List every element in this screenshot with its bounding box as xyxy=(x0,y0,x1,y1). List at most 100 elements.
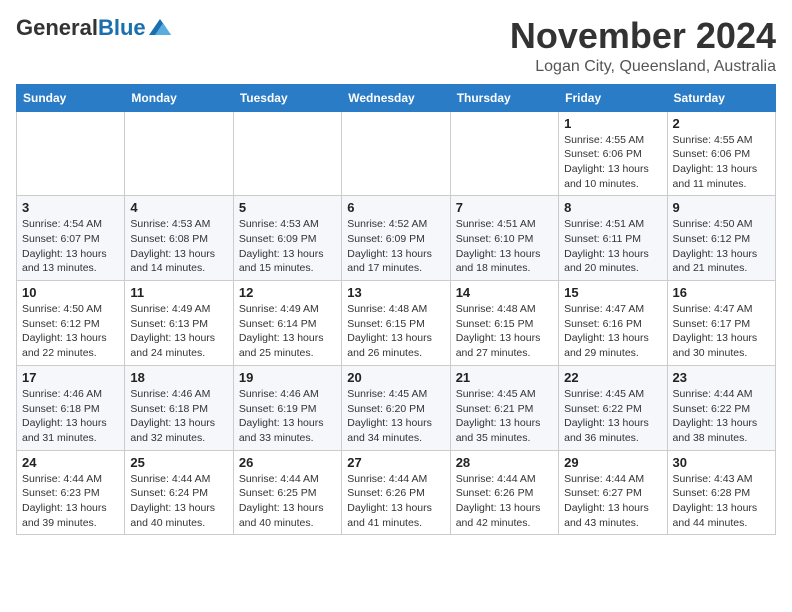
weekday-header-wednesday: Wednesday xyxy=(342,84,450,111)
day-info: Sunrise: 4:50 AM Sunset: 6:12 PM Dayligh… xyxy=(22,302,119,361)
day-info: Sunrise: 4:51 AM Sunset: 6:11 PM Dayligh… xyxy=(564,217,661,276)
weekday-header-tuesday: Tuesday xyxy=(233,84,341,111)
day-info: Sunrise: 4:53 AM Sunset: 6:08 PM Dayligh… xyxy=(130,217,227,276)
calendar-cell: 25 Sunrise: 4:44 AM Sunset: 6:24 PM Dayli… xyxy=(125,450,233,535)
calendar-cell xyxy=(450,111,558,196)
day-number: 13 xyxy=(347,285,444,300)
logo: GeneralBlue xyxy=(16,16,171,40)
day-number: 28 xyxy=(456,455,553,470)
calendar-cell: 30Sunrise: 4:43 AM Sunset: 6:28 PM Dayli… xyxy=(667,450,775,535)
day-info: Sunrise: 4:49 AM Sunset: 6:14 PM Dayligh… xyxy=(239,302,336,361)
day-info: Sunrise: 4:44 AM Sunset: 6:26 PM Dayligh… xyxy=(347,472,444,531)
calendar-cell: 28 Sunrise: 4:44 AM Sunset: 6:26 PM Dayli… xyxy=(450,450,558,535)
day-number: 15 xyxy=(564,285,661,300)
calendar-cell: 11 Sunrise: 4:49 AM Sunset: 6:13 PM Dayli… xyxy=(125,281,233,366)
day-number: 22 xyxy=(564,370,661,385)
calendar-cell: 24 Sunrise: 4:44 AM Sunset: 6:23 PM Dayli… xyxy=(17,450,125,535)
weekday-header-thursday: Thursday xyxy=(450,84,558,111)
day-number: 9 xyxy=(673,200,770,215)
day-number: 10 xyxy=(22,285,119,300)
day-info: Sunrise: 4:48 AM Sunset: 6:15 PM Dayligh… xyxy=(456,302,553,361)
calendar-week-row: 3Sunrise: 4:54 AM Sunset: 6:07 PM Daylig… xyxy=(17,196,776,281)
title-area: November 2024 Logan City, Queensland, Au… xyxy=(510,16,776,76)
weekday-header-saturday: Saturday xyxy=(667,84,775,111)
day-info: Sunrise: 4:44 AM Sunset: 6:23 PM Dayligh… xyxy=(22,472,119,531)
calendar-cell: 6Sunrise: 4:52 AM Sunset: 6:09 PM Daylig… xyxy=(342,196,450,281)
calendar-cell: 8 Sunrise: 4:51 AM Sunset: 6:11 PM Daylig… xyxy=(559,196,667,281)
day-number: 7 xyxy=(456,200,553,215)
day-info: Sunrise: 4:53 AM Sunset: 6:09 PM Dayligh… xyxy=(239,217,336,276)
day-info: Sunrise: 4:44 AM Sunset: 6:26 PM Dayligh… xyxy=(456,472,553,531)
day-number: 25 xyxy=(130,455,227,470)
day-info: Sunrise: 4:48 AM Sunset: 6:15 PM Dayligh… xyxy=(347,302,444,361)
calendar-week-row: 10 Sunrise: 4:50 AM Sunset: 6:12 PM Dayli… xyxy=(17,281,776,366)
day-number: 27 xyxy=(347,455,444,470)
day-info: Sunrise: 4:55 AM Sunset: 6:06 PM Dayligh… xyxy=(564,133,661,192)
day-number: 14 xyxy=(456,285,553,300)
calendar-cell: 9 Sunrise: 4:50 AM Sunset: 6:12 PM Daylig… xyxy=(667,196,775,281)
day-info: Sunrise: 4:44 AM Sunset: 6:24 PM Dayligh… xyxy=(130,472,227,531)
day-number: 26 xyxy=(239,455,336,470)
calendar-week-row: 1 Sunrise: 4:55 AM Sunset: 6:06 PM Daylig… xyxy=(17,111,776,196)
day-number: 18 xyxy=(130,370,227,385)
calendar-cell: 22 Sunrise: 4:45 AM Sunset: 6:22 PM Dayli… xyxy=(559,365,667,450)
day-number: 24 xyxy=(22,455,119,470)
day-number: 4 xyxy=(130,200,227,215)
logo-general: General xyxy=(16,15,98,40)
calendar-cell xyxy=(17,111,125,196)
day-info: Sunrise: 4:46 AM Sunset: 6:18 PM Dayligh… xyxy=(22,387,119,446)
calendar-cell xyxy=(342,111,450,196)
calendar-cell: 17 Sunrise: 4:46 AM Sunset: 6:18 PM Dayli… xyxy=(17,365,125,450)
day-info: Sunrise: 4:51 AM Sunset: 6:10 PM Dayligh… xyxy=(456,217,553,276)
day-info: Sunrise: 4:45 AM Sunset: 6:20 PM Dayligh… xyxy=(347,387,444,446)
day-info: Sunrise: 4:55 AM Sunset: 6:06 PM Dayligh… xyxy=(673,133,770,192)
day-info: Sunrise: 4:44 AM Sunset: 6:27 PM Dayligh… xyxy=(564,472,661,531)
day-info: Sunrise: 4:46 AM Sunset: 6:19 PM Dayligh… xyxy=(239,387,336,446)
calendar-cell: 16 Sunrise: 4:47 AM Sunset: 6:17 PM Dayli… xyxy=(667,281,775,366)
calendar-cell: 18 Sunrise: 4:46 AM Sunset: 6:18 PM Dayli… xyxy=(125,365,233,450)
day-number: 17 xyxy=(22,370,119,385)
calendar-header-row: SundayMondayTuesdayWednesdayThursdayFrid… xyxy=(17,84,776,111)
day-number: 12 xyxy=(239,285,336,300)
logo-icon xyxy=(149,19,171,35)
weekday-header-monday: Monday xyxy=(125,84,233,111)
calendar-cell: 13 Sunrise: 4:48 AM Sunset: 6:15 PM Dayli… xyxy=(342,281,450,366)
calendar-cell: 23Sunrise: 4:44 AM Sunset: 6:22 PM Dayli… xyxy=(667,365,775,450)
calendar-cell: 10 Sunrise: 4:50 AM Sunset: 6:12 PM Dayli… xyxy=(17,281,125,366)
day-number: 1 xyxy=(564,116,661,131)
calendar-cell: 26 Sunrise: 4:44 AM Sunset: 6:25 PM Dayli… xyxy=(233,450,341,535)
calendar-cell: 7 Sunrise: 4:51 AM Sunset: 6:10 PM Daylig… xyxy=(450,196,558,281)
day-info: Sunrise: 4:45 AM Sunset: 6:21 PM Dayligh… xyxy=(456,387,553,446)
calendar-cell: 15 Sunrise: 4:47 AM Sunset: 6:16 PM Dayli… xyxy=(559,281,667,366)
day-info: Sunrise: 4:47 AM Sunset: 6:17 PM Dayligh… xyxy=(673,302,770,361)
weekday-header-friday: Friday xyxy=(559,84,667,111)
day-info: Sunrise: 4:47 AM Sunset: 6:16 PM Dayligh… xyxy=(564,302,661,361)
location-title: Logan City, Queensland, Australia xyxy=(510,58,776,76)
day-info: Sunrise: 4:46 AM Sunset: 6:18 PM Dayligh… xyxy=(130,387,227,446)
day-number: 16 xyxy=(673,285,770,300)
weekday-header-sunday: Sunday xyxy=(17,84,125,111)
calendar-cell: 27 Sunrise: 4:44 AM Sunset: 6:26 PM Dayli… xyxy=(342,450,450,535)
day-info: Sunrise: 4:43 AM Sunset: 6:28 PM Dayligh… xyxy=(673,472,770,531)
day-info: Sunrise: 4:49 AM Sunset: 6:13 PM Dayligh… xyxy=(130,302,227,361)
logo-blue: Blue xyxy=(98,15,146,40)
day-number: 21 xyxy=(456,370,553,385)
calendar-cell: 2 Sunrise: 4:55 AM Sunset: 6:06 PM Daylig… xyxy=(667,111,775,196)
day-info: Sunrise: 4:44 AM Sunset: 6:25 PM Dayligh… xyxy=(239,472,336,531)
calendar-cell xyxy=(125,111,233,196)
calendar-cell: 19Sunrise: 4:46 AM Sunset: 6:19 PM Dayli… xyxy=(233,365,341,450)
calendar-week-row: 17 Sunrise: 4:46 AM Sunset: 6:18 PM Dayli… xyxy=(17,365,776,450)
calendar-cell: 3Sunrise: 4:54 AM Sunset: 6:07 PM Daylig… xyxy=(17,196,125,281)
day-number: 11 xyxy=(130,285,227,300)
calendar-cell xyxy=(233,111,341,196)
day-number: 8 xyxy=(564,200,661,215)
day-info: Sunrise: 4:45 AM Sunset: 6:22 PM Dayligh… xyxy=(564,387,661,446)
calendar: SundayMondayTuesdayWednesdayThursdayFrid… xyxy=(16,84,776,536)
day-number: 2 xyxy=(673,116,770,131)
day-number: 29 xyxy=(564,455,661,470)
calendar-cell: 20Sunrise: 4:45 AM Sunset: 6:20 PM Dayli… xyxy=(342,365,450,450)
day-info: Sunrise: 4:50 AM Sunset: 6:12 PM Dayligh… xyxy=(673,217,770,276)
calendar-cell: 4 Sunrise: 4:53 AM Sunset: 6:08 PM Daylig… xyxy=(125,196,233,281)
day-number: 6 xyxy=(347,200,444,215)
day-info: Sunrise: 4:44 AM Sunset: 6:22 PM Dayligh… xyxy=(673,387,770,446)
